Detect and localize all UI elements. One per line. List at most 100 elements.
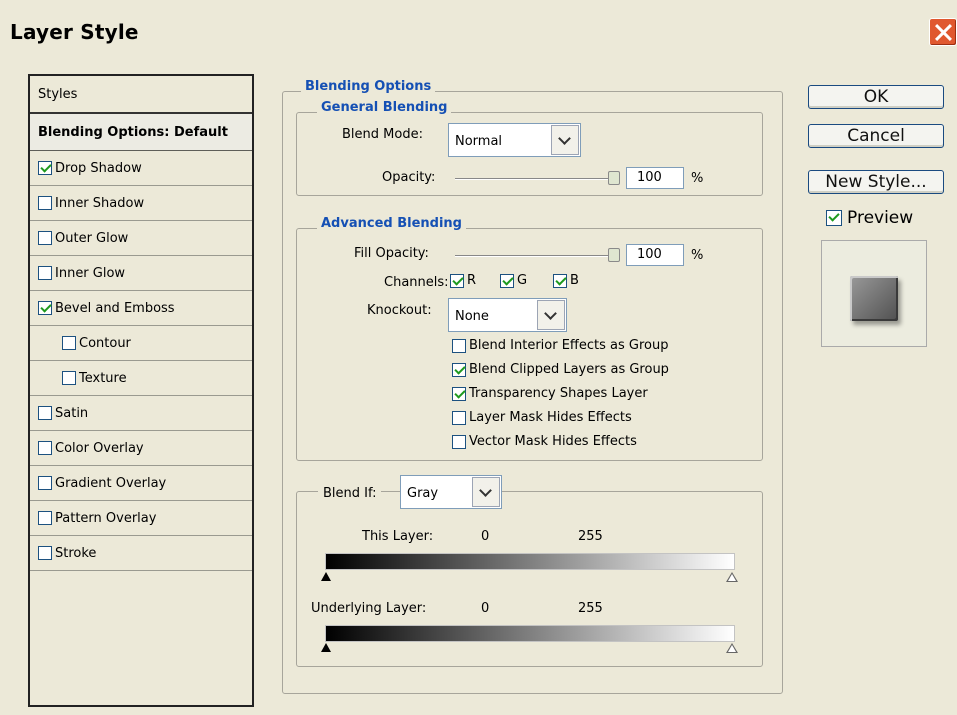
checkbox-layer-mask[interactable]	[452, 410, 466, 425]
checkbox-vector-mask[interactable]	[452, 434, 466, 449]
underlying-layer-gradient[interactable]	[325, 625, 735, 642]
underlying-layer-low-slider[interactable]	[321, 643, 331, 652]
channel-b-label: B	[570, 273, 579, 288]
style-inner-glow[interactable]: Inner Glow	[30, 256, 252, 291]
option-blend-interior[interactable]: Blend Interior Effects as Group	[452, 338, 668, 353]
underlying-layer-label: Underlying Layer:	[311, 601, 427, 616]
fill-opacity-input[interactable]: 100	[626, 244, 684, 266]
underlying-layer-high-slider[interactable]	[726, 643, 738, 653]
option-blend-clipped[interactable]: Blend Clipped Layers as Group	[452, 362, 669, 377]
option-transparency-shapes[interactable]: Transparency Shapes Layer	[452, 386, 648, 401]
style-drop-shadow[interactable]: Drop Shadow	[30, 151, 252, 186]
style-gradient-overlay[interactable]: Gradient Overlay	[30, 466, 252, 501]
title-bar: Layer Style	[0, 0, 957, 64]
opacity-label: Opacity:	[382, 170, 436, 185]
preview-label: Preview	[847, 208, 914, 228]
style-stroke[interactable]: Stroke	[30, 536, 252, 571]
checkbox-blend-interior[interactable]	[452, 338, 466, 353]
blend-mode-label: Blend Mode:	[342, 127, 423, 142]
checkbox-pattern-overlay[interactable]	[38, 511, 52, 525]
opacity-percent: %	[691, 171, 704, 186]
this-layer-low-slider[interactable]	[321, 572, 331, 581]
blend-mode-value: Normal	[455, 134, 503, 149]
chevron-down-icon[interactable]	[551, 125, 579, 155]
knockout-select[interactable]: None	[448, 298, 567, 332]
blend-if-select[interactable]: Gray	[400, 475, 502, 509]
fill-opacity-slider-thumb[interactable]	[608, 248, 620, 262]
this-layer-label: This Layer:	[362, 529, 434, 544]
blending-options-title: Blending Options	[301, 79, 436, 94]
opacity-slider[interactable]	[455, 178, 619, 180]
style-label: Bevel and Emboss	[55, 300, 175, 316]
checkbox-satin[interactable]	[38, 406, 52, 420]
styles-header[interactable]: Styles	[30, 76, 252, 114]
fill-opacity-slider[interactable]	[455, 255, 619, 257]
checkbox-gradient-overlay[interactable]	[38, 476, 52, 490]
this-layer-high-value: 255	[578, 529, 603, 544]
window-title: Layer Style	[10, 20, 139, 44]
this-layer-low-value: 0	[481, 529, 490, 544]
style-label: Contour	[79, 335, 131, 351]
style-texture[interactable]: Texture	[30, 361, 252, 396]
style-label: Satin	[55, 405, 89, 421]
style-contour[interactable]: Contour	[30, 326, 252, 361]
style-color-overlay[interactable]: Color Overlay	[30, 431, 252, 466]
fill-opacity-percent: %	[691, 248, 704, 263]
style-bevel-and-emboss[interactable]: Bevel and Emboss	[30, 291, 252, 326]
checkbox-channel-b[interactable]	[553, 273, 567, 288]
chevron-down-icon[interactable]	[537, 300, 565, 330]
option-vector-mask[interactable]: Vector Mask Hides Effects	[452, 434, 637, 449]
this-layer-gradient[interactable]	[325, 553, 735, 570]
channel-b[interactable]: B	[553, 273, 579, 288]
advanced-blending-title: Advanced Blending	[317, 216, 466, 231]
underlying-layer-high-value: 255	[578, 601, 603, 616]
option-label: Transparency Shapes Layer	[469, 386, 648, 401]
preview-shape	[850, 276, 898, 321]
this-layer-high-slider[interactable]	[726, 572, 738, 582]
channel-g[interactable]: G	[500, 273, 527, 288]
checkbox-outer-glow[interactable]	[38, 231, 52, 245]
style-satin[interactable]: Satin	[30, 396, 252, 431]
checkbox-transparency-shapes[interactable]	[452, 386, 466, 401]
style-label: Pattern Overlay	[55, 510, 157, 526]
checkbox-color-overlay[interactable]	[38, 441, 52, 455]
underlying-layer-low-value: 0	[481, 601, 490, 616]
option-label: Vector Mask Hides Effects	[469, 434, 637, 449]
cancel-button[interactable]: Cancel	[808, 124, 944, 148]
style-inner-shadow[interactable]: Inner Shadow	[30, 186, 252, 221]
checkbox-channel-r[interactable]	[450, 273, 464, 288]
checkbox-drop-shadow[interactable]	[38, 161, 52, 175]
style-outer-glow[interactable]: Outer Glow	[30, 221, 252, 256]
ok-button[interactable]: OK	[808, 85, 944, 109]
checkbox-inner-glow[interactable]	[38, 266, 52, 280]
preview-toggle[interactable]: Preview	[826, 208, 913, 228]
option-label: Blend Clipped Layers as Group	[469, 362, 669, 377]
preview-box	[821, 240, 927, 347]
blend-mode-select[interactable]: Normal	[448, 123, 581, 157]
option-layer-mask[interactable]: Layer Mask Hides Effects	[452, 410, 632, 425]
option-label: Layer Mask Hides Effects	[469, 410, 632, 425]
channel-r[interactable]: R	[450, 273, 476, 288]
general-blending-title: General Blending	[317, 100, 452, 115]
checkbox-texture[interactable]	[62, 371, 76, 385]
checkbox-preview[interactable]	[826, 210, 842, 226]
checkbox-blend-clipped[interactable]	[452, 362, 466, 377]
checkbox-channel-g[interactable]	[500, 273, 514, 288]
checkbox-stroke[interactable]	[38, 546, 52, 560]
chevron-down-icon[interactable]	[472, 477, 500, 507]
fill-opacity-label: Fill Opacity:	[354, 246, 429, 261]
opacity-input[interactable]: 100	[626, 167, 684, 189]
style-label: Stroke	[55, 545, 97, 561]
blending-options-default[interactable]: Blending Options: Default	[30, 114, 252, 151]
knockout-label: Knockout:	[367, 303, 432, 318]
new-style-button[interactable]: New Style...	[808, 170, 944, 194]
opacity-slider-thumb[interactable]	[608, 171, 620, 185]
checkbox-inner-shadow[interactable]	[38, 196, 52, 210]
close-button[interactable]	[929, 18, 957, 46]
checkbox-contour[interactable]	[62, 336, 76, 350]
checkbox-bevel-and-emboss[interactable]	[38, 301, 52, 315]
channel-g-label: G	[517, 273, 528, 288]
style-label: Drop Shadow	[55, 160, 142, 176]
blend-if-value: Gray	[407, 486, 439, 501]
style-pattern-overlay[interactable]: Pattern Overlay	[30, 501, 252, 536]
